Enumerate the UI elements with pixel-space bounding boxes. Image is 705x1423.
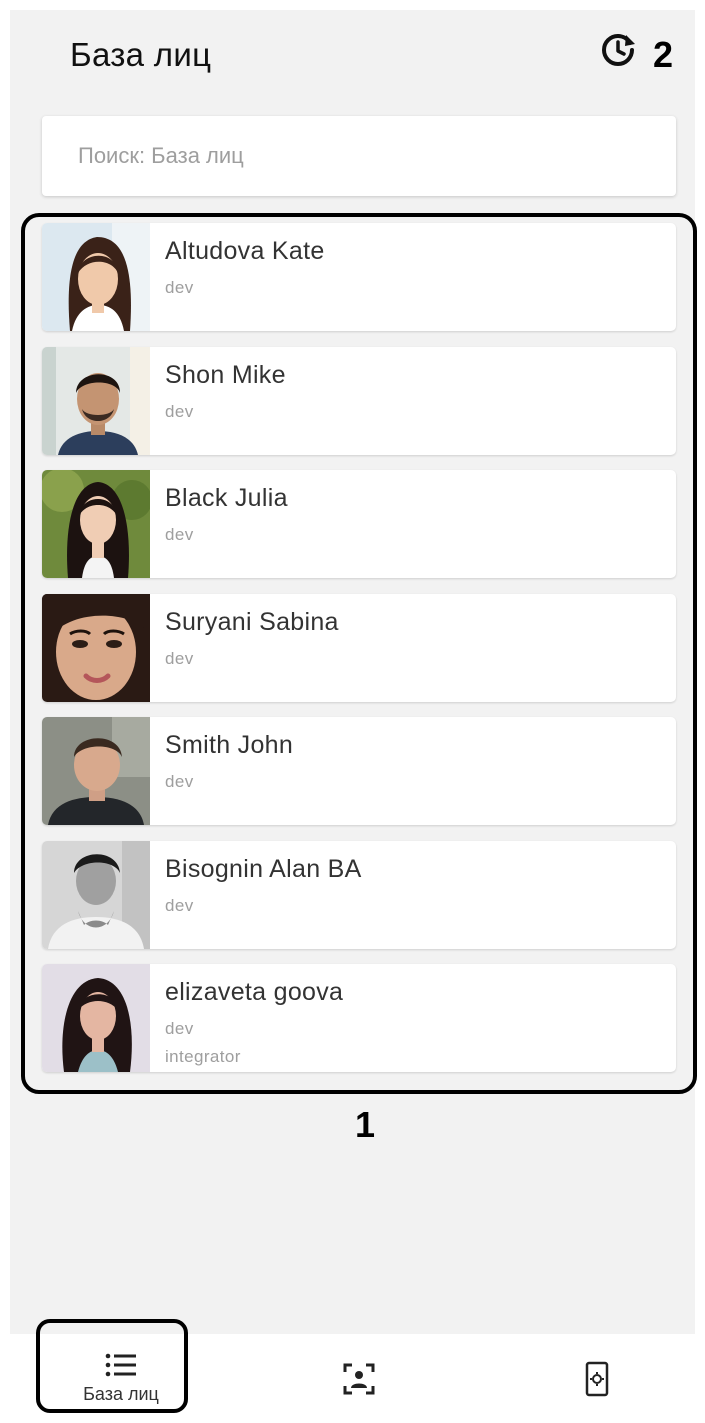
person-dept: dev bbox=[165, 648, 194, 668]
person-dept: dev integrator bbox=[165, 1015, 241, 1071]
refresh-button[interactable] bbox=[598, 30, 638, 70]
person-photo bbox=[42, 470, 150, 578]
page-title: База лиц bbox=[70, 36, 212, 73]
person-name: elizaveta goova bbox=[165, 978, 344, 1006]
face-list: Altudova Kate dev Shon Mike dev Black Ju… bbox=[42, 223, 676, 1088]
person-photo bbox=[42, 346, 150, 455]
search-input[interactable] bbox=[76, 142, 640, 170]
person-dept: dev bbox=[165, 772, 194, 791]
device-settings-icon bbox=[585, 1361, 609, 1396]
person-name: Suryani Sabina bbox=[165, 607, 339, 636]
nav-highlight-frame bbox=[36, 1319, 188, 1413]
app-screen: База лиц 2 Поиск: База лиц Altudova Kate… bbox=[10, 10, 697, 1423]
search-bar[interactable] bbox=[42, 116, 676, 196]
person-name: Bisognin Alan BA bbox=[165, 854, 362, 883]
face-scan-icon bbox=[343, 1363, 375, 1394]
person-dept: dev bbox=[165, 525, 194, 544]
person-dept: dev bbox=[165, 895, 194, 915]
nav-tab-device-settings[interactable] bbox=[512, 1334, 682, 1423]
person-photo bbox=[42, 717, 150, 825]
list-item[interactable]: Altudova Kate dev bbox=[42, 223, 676, 331]
person-photo bbox=[42, 593, 150, 702]
person-photo bbox=[42, 840, 150, 949]
refresh-clock-icon bbox=[602, 34, 635, 66]
person-name: Shon Mike bbox=[165, 360, 286, 389]
callout-refresh: 2 bbox=[653, 34, 674, 75]
list-item[interactable]: elizaveta goova dev integrator bbox=[42, 964, 676, 1072]
person-dept-secondary: integrator bbox=[165, 1047, 241, 1066]
list-item[interactable]: Shon Mike dev bbox=[42, 346, 676, 455]
list-item[interactable]: Suryani Sabina dev bbox=[42, 593, 676, 702]
list-item[interactable]: Black Julia dev bbox=[42, 470, 676, 578]
person-dept: dev bbox=[165, 278, 194, 297]
list-item[interactable]: Bisognin Alan BA dev bbox=[42, 840, 676, 949]
person-dept: dev bbox=[165, 401, 194, 421]
person-photo bbox=[42, 223, 150, 331]
person-photo bbox=[42, 964, 150, 1072]
person-dept-primary: dev bbox=[165, 1019, 194, 1038]
person-name: Altudova Kate bbox=[165, 237, 325, 265]
callout-list: 1 bbox=[355, 1104, 376, 1145]
person-name: Black Julia bbox=[165, 484, 288, 512]
person-name: Smith John bbox=[165, 731, 294, 759]
nav-tab-face-scan[interactable] bbox=[274, 1334, 444, 1423]
list-item[interactable]: Smith John dev bbox=[42, 717, 676, 825]
